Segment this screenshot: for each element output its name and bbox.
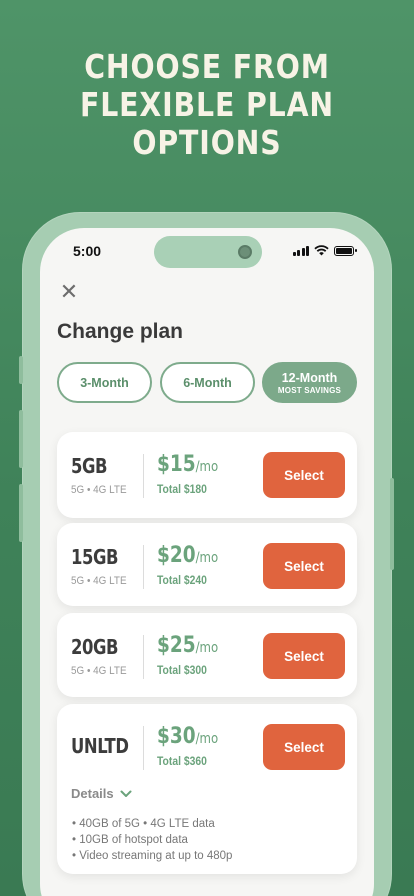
tab-sublabel: MOST SAVINGS [277,385,342,395]
select-button[interactable]: Select [263,543,345,589]
plan-total: Total $180 [157,484,207,496]
signal-icon [292,245,309,256]
divider [143,454,144,498]
page-title: Change plan [57,320,184,343]
plan-network: 5G • 4G LTE [71,665,127,677]
plan-total: Total $240 [157,575,207,587]
plan-price: $25/mo [157,633,219,658]
wifi-icon [314,245,329,256]
plan-price: $30/mo [157,724,219,749]
plan-network: 5G • 4G LTE [71,575,127,587]
list-item: • 10GB of hotspot data [72,834,188,846]
term-tabs: 3-Month 6-Month 12-Month MOST SAVINGS [57,362,357,404]
plan-name: 20GB [71,635,119,659]
select-button[interactable]: Select [263,633,345,679]
headline-line-1: CHOOSE FROM [84,47,330,86]
divider [143,635,144,679]
details-label: Details [71,786,114,801]
camera-icon [238,245,252,259]
promo-headline: CHOOSE FROM FLEXIBLE PLAN OPTIONS [29,48,385,162]
plan-card-unltd: UNLTD $30/mo Total $360 Select Details •… [57,704,357,874]
phone-side-button-volume-down [19,484,23,542]
status-time: 5:00 [73,243,102,259]
select-button[interactable]: Select [263,452,345,498]
list-item: • Video streaming at up to 480p [72,850,233,862]
feature-list: • 40GB of 5G • 4G LTE data • 10GB of hot… [72,816,232,864]
close-icon[interactable]: ✕ [58,282,80,304]
plan-network: 5G • 4G LTE [71,484,127,496]
plan-price: $15/mo [157,452,219,477]
plan-name: 15GB [71,545,119,569]
status-bar: 5:00 [40,228,374,278]
details-toggle[interactable]: Details [71,786,132,801]
plan-card-15gb: 15GB 5G • 4G LTE $20/mo Total $240 Selec… [57,523,357,606]
tab-label: 6-Month [183,375,232,390]
headline-line-3: OPTIONS [132,123,282,162]
tab-6-month[interactable]: 6-Month [160,362,255,403]
plan-total: Total $300 [157,665,207,677]
phone-side-button-mute [19,356,23,384]
phone-side-button-volume-up [19,410,23,468]
tab-label: 3-Month [80,375,129,390]
tab-3-month[interactable]: 3-Month [57,362,152,403]
plan-name: UNLTD [71,734,129,758]
tab-label: 12-Month [281,370,338,385]
select-button[interactable]: Select [263,724,345,770]
plan-card-20gb: 20GB 5G • 4G LTE $25/mo Total $300 Selec… [57,613,357,697]
plan-total: Total $360 [157,756,207,768]
phone-screen: 5:00 ✕ Change plan 3-Month 6-Month 12-Mo… [40,228,374,896]
plan-price: $20/mo [157,543,219,568]
phone-side-button-power [390,478,394,570]
headline-line-2: FLEXIBLE PLAN [79,85,335,124]
dynamic-island [154,236,262,268]
tab-12-month[interactable]: 12-Month MOST SAVINGS [262,362,357,403]
divider [143,726,144,770]
status-icons [292,245,357,256]
plan-card-5gb: 5GB 5G • 4G LTE $15/mo Total $180 Select [57,432,357,518]
divider [143,545,144,589]
battery-icon [334,245,357,256]
plan-name: 5GB [71,454,108,478]
chevron-down-icon [120,790,132,797]
list-item: • 40GB of 5G • 4G LTE data [72,818,215,830]
